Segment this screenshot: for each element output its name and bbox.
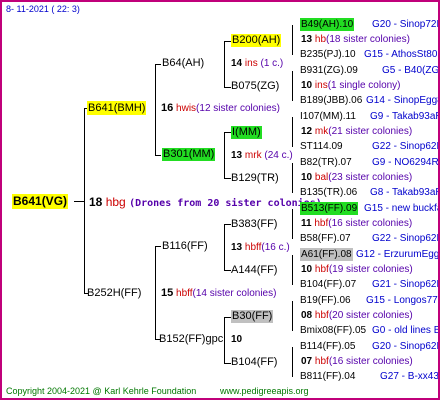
queen-mother[interactable]: B641(BMH): [87, 101, 147, 115]
gen3-queen[interactable]: B200(AH): [231, 34, 282, 47]
gen4-middle: 07 hbf(16 sister colonies): [301, 356, 413, 367]
gen4-top-queen[interactable]: B49(AH).10: [300, 18, 355, 31]
gen3-queen[interactable]: A144(FF): [231, 264, 277, 277]
gen4-bottom-ref: G8 - Takab93aR: [370, 187, 440, 198]
gen2-line: 10: [231, 334, 243, 345]
gen4-bottom-queen[interactable]: B104(FF).07: [300, 278, 356, 291]
gen4-bottom-queen[interactable]: B135(TR).06: [300, 186, 357, 199]
gen4-middle: 10 ins(1 single colony): [301, 80, 401, 91]
root-line: 18 hbg (Drones from 20 sister colonies): [89, 195, 322, 211]
gen4-middle: 10 bal(23 sister colonies): [301, 172, 413, 183]
sire-line: 15 hbff(14 sister colonies): [161, 287, 277, 299]
gen4-middle: 10 hbf(19 sister colonies): [301, 264, 413, 275]
gen4-top-queen[interactable]: A61(FF).08: [300, 248, 353, 261]
gen2-queen[interactable]: B64(AH): [162, 57, 204, 70]
gen4-bottom-queen[interactable]: B58(FF).07: [300, 232, 351, 245]
gen3-queen[interactable]: B30(FF): [231, 310, 274, 323]
gen3-queen[interactable]: B383(FF): [231, 218, 277, 231]
gen4-bottom-queen[interactable]: B811(FF).04: [300, 370, 355, 383]
copyright: Copyright 2004-2021 @ Karl Kehrle Founda…: [6, 386, 197, 396]
gen4-middle: 08 hbf(20 sister colonies): [301, 310, 413, 321]
gen4-bottom-ref: G0 - old lines B: [372, 325, 440, 336]
mother-line: 16 hwis(12 sister colonies): [161, 102, 280, 114]
gen4-top-queen[interactable]: I107(MM).11: [300, 110, 356, 123]
gen4-bottom-queen[interactable]: ST114.09: [300, 140, 343, 153]
gen2-line: 14 ins (1 c.): [231, 58, 284, 69]
root-generation: 18: [89, 195, 103, 209]
root-line-code: hbg: [105, 195, 126, 209]
gen4-bottom-ref: G22 - Sinop62R: [372, 141, 440, 152]
gen4-middle: 13 hb(18 sister colonies): [301, 34, 410, 45]
gen4-bottom-ref: G22 - Sinop62R: [372, 233, 440, 244]
gen3-queen[interactable]: B075(ZG): [231, 80, 279, 93]
gen4-top-queen[interactable]: B114(FF).05: [300, 340, 355, 353]
gen2-line: 13 hbff(16 c.): [231, 242, 290, 253]
gen4-top-ref: G12 - ErzurumEgg8: [356, 249, 440, 260]
gen2-line: 13 mrk (24 c.): [231, 150, 293, 161]
gen2-queen[interactable]: B152(FF)gpc: [159, 333, 223, 346]
gen4-top-ref: G9 - Takab93aR: [370, 111, 440, 122]
gen4-bottom-ref: G15 - AthosSt80R: [364, 49, 440, 60]
gen4-top-queen[interactable]: B931(ZG).09: [300, 64, 358, 77]
gen4-top-ref: G9 - NO6294R: [372, 157, 439, 168]
print-date: 8- 11-2021 ( 22: 3): [6, 4, 80, 14]
queen-root[interactable]: B641(VG): [12, 194, 69, 209]
gen4-top-ref: G20 - Sinop62R: [372, 341, 440, 352]
queen-sire[interactable]: B252H(FF): [87, 286, 141, 300]
gen4-bottom-ref: G14 - SinopEgg86R: [366, 95, 438, 106]
gen4-top-ref: G15 - new buckfas: [364, 203, 440, 214]
gen2-queen[interactable]: B301(MM): [162, 148, 216, 161]
gen4-bottom-ref: G27 - B-xx43: [380, 371, 439, 382]
gen4-bottom-queen[interactable]: B189(JBB).06: [300, 94, 362, 107]
gen4-bottom-queen[interactable]: B235(PJ).10: [300, 48, 356, 61]
gen4-top-ref: G15 - Longos77R: [366, 295, 440, 306]
gen4-bottom-queen[interactable]: Bmix08(FF).05: [300, 324, 366, 337]
pedigree-tree: 8- 11-2021 ( 22: 3) Copyright 2004-2021 …: [0, 0, 440, 400]
gen3-queen[interactable]: I(MM): [231, 126, 262, 139]
gen4-top-ref: G5 - B40(ZG): [382, 65, 440, 76]
gen4-top-queen[interactable]: B82(TR).07: [300, 156, 352, 169]
root-drone-note: (Drones from 20 sister colonies): [129, 198, 322, 209]
gen4-bottom-ref: G21 - Sinop62R: [372, 279, 440, 290]
gen4-top-queen[interactable]: B513(FF).09: [300, 202, 359, 215]
gen4-top-ref: G20 - Sinop72R: [372, 19, 440, 30]
gen4-middle: 11 hbf(16 sister colonies): [301, 218, 413, 229]
gen2-queen[interactable]: B116(FF): [162, 240, 208, 253]
website-link[interactable]: www.pedigreeapis.org: [220, 385, 309, 398]
gen3-queen[interactable]: B104(FF): [231, 356, 277, 369]
gen3-queen[interactable]: B129(TR): [231, 172, 279, 185]
gen4-top-queen[interactable]: B19(FF).06: [300, 294, 351, 307]
gen4-middle: 12 mk(21 sister colonies): [301, 126, 413, 137]
